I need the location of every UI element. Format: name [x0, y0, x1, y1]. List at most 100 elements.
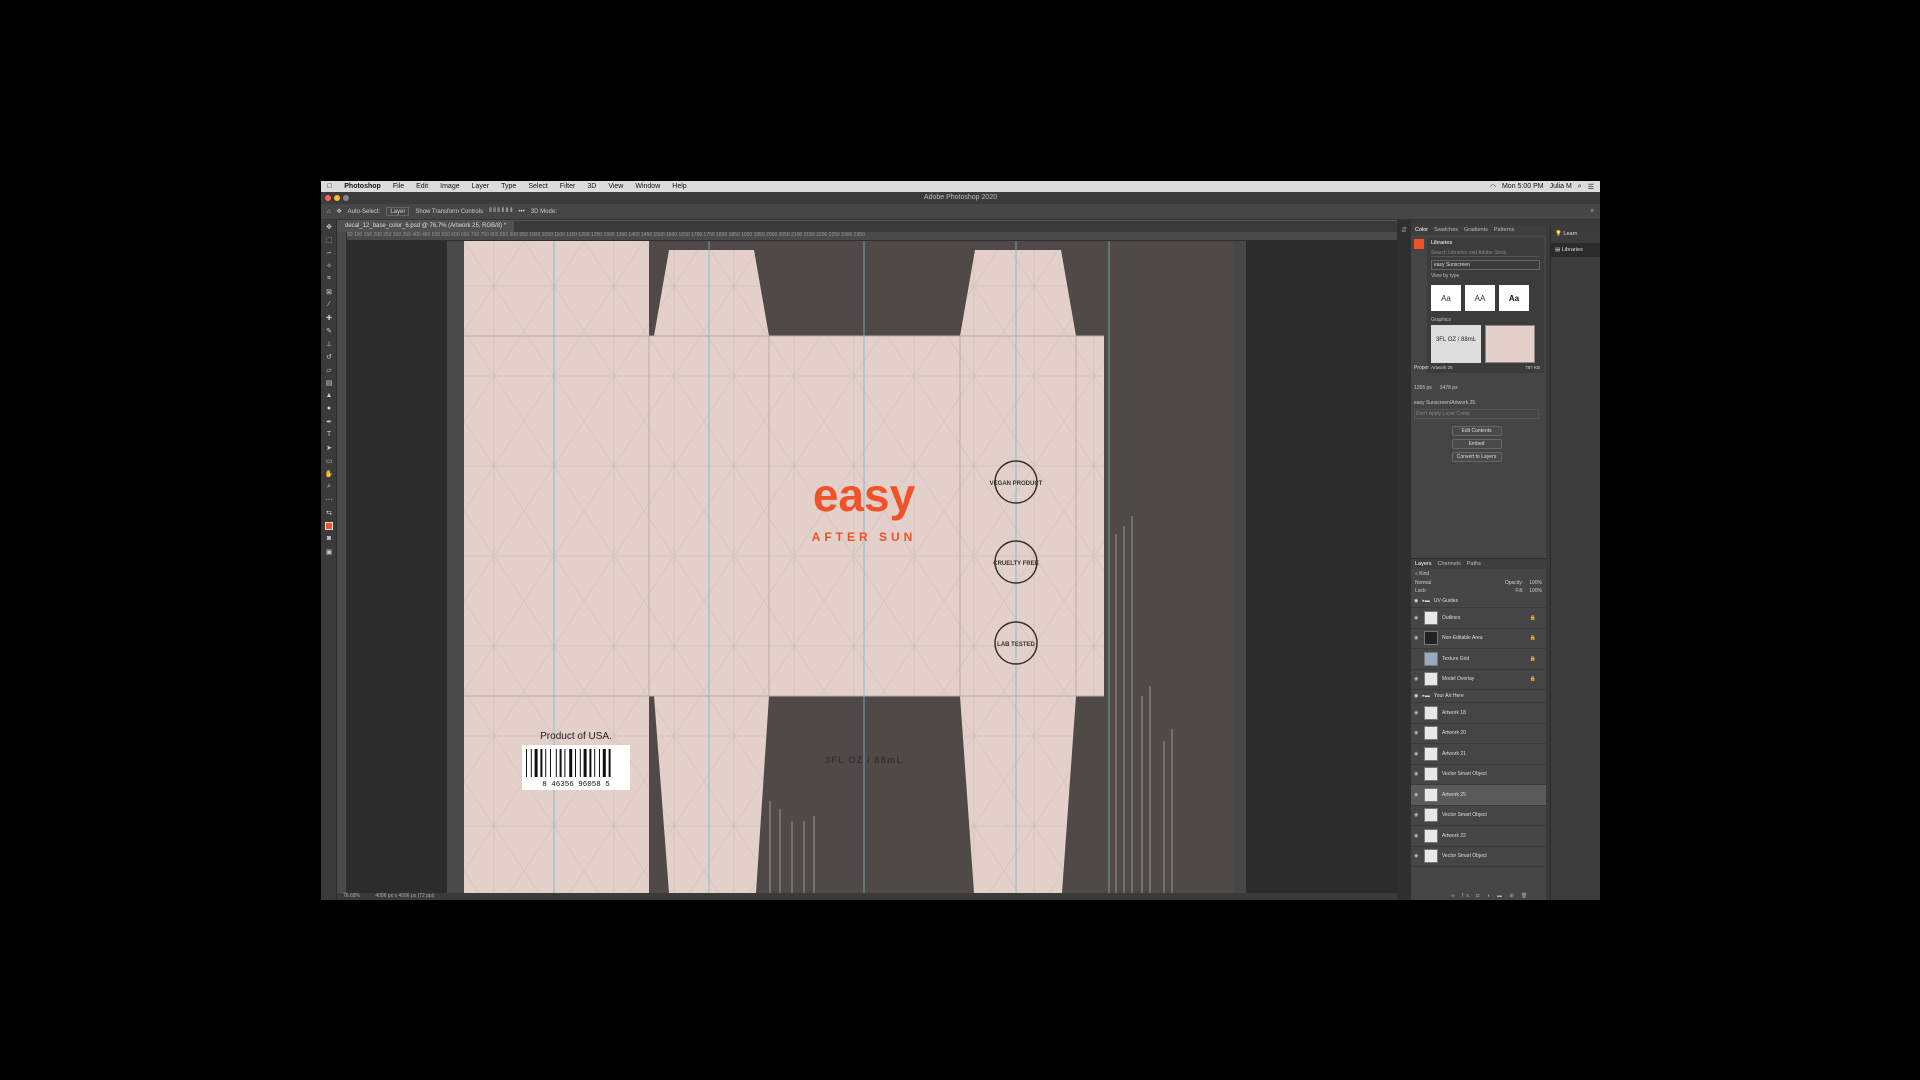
clock[interactable]: Mon 5:00 PM [1502, 183, 1544, 191]
canvas-area[interactable]: easy AFTER SUN 3FL OZ / 88mL VEGAN PRODU… [347, 241, 1397, 893]
move-icon[interactable]: ✥ [321, 220, 337, 233]
blur-icon[interactable]: ▲ [321, 389, 337, 402]
char-style-2[interactable]: AA [1465, 285, 1495, 311]
graphic-thumb-1[interactable]: 3FL OZ / 88mL [1431, 325, 1481, 363]
opacity-field[interactable]: 100% [1529, 580, 1542, 586]
foreground-color[interactable] [325, 521, 333, 530]
spotlight-icon[interactable]: ⌕ [1578, 183, 1582, 191]
layer-group-your-art[interactable]: ◉ ▸▬ Your Art Here [1411, 690, 1546, 703]
layer-row[interactable]: ◉ Artwork 22 [1411, 826, 1546, 847]
marquee-icon[interactable]: ⬚ [321, 233, 337, 246]
visibility-eye-icon[interactable]: ◉ [1414, 792, 1420, 798]
color-swatches[interactable] [321, 519, 337, 532]
width-field[interactable]: 1265 px [1414, 385, 1432, 391]
zoom-level[interactable]: 76.68% [343, 893, 360, 899]
menu-edit[interactable]: Edit [410, 183, 434, 190]
visibility-eye-icon[interactable]: ◉ [1414, 710, 1420, 716]
more-icon[interactable]: ••• [519, 209, 525, 215]
user-name[interactable]: Julia M [1550, 183, 1572, 191]
home-icon[interactable]: ⌂ [327, 209, 331, 215]
dodge-icon[interactable]: ● [321, 402, 337, 415]
layer-row[interactable]: ◉ Model Overlay 🔒 [1411, 670, 1546, 690]
library-select[interactable]: easy Sunscreen [1431, 260, 1540, 270]
layer-group-uv-guides[interactable]: ◉ ▸▬ UV Guides [1411, 595, 1546, 608]
fill-field[interactable]: 100% [1529, 588, 1542, 594]
tab-gradients[interactable]: Gradients [1464, 227, 1488, 233]
healing-icon[interactable]: ✚ [321, 311, 337, 324]
blend-mode-dropdown[interactable]: Normal [1415, 580, 1431, 586]
layer-row[interactable]: ◉ Artwork 20 [1411, 724, 1546, 744]
more-tools-icon[interactable]: ⋯ [321, 493, 337, 506]
tab-swatches[interactable]: Swatches [1434, 227, 1458, 233]
close-window-button[interactable] [325, 195, 331, 201]
learn-tab[interactable]: 💡 Learn [1551, 225, 1600, 243]
control-center-icon[interactable]: ☰ [1588, 183, 1594, 191]
layer-row[interactable]: ◉ Vector Smart Object [1411, 765, 1546, 785]
screen-mode-icon[interactable]: ▣ [321, 545, 337, 558]
char-style-3[interactable]: Aa [1499, 285, 1529, 311]
menu-3d[interactable]: 3D [581, 183, 602, 190]
char-style-1[interactable]: Aa [1431, 285, 1461, 311]
layer-row[interactable]: ◉ Artwork 18 [1411, 703, 1546, 724]
layer-row[interactable]: ◉ Outlines 🔒 [1411, 608, 1546, 629]
brush-icon[interactable]: ✎ [321, 324, 337, 337]
height-field[interactable]: 3478 px [1440, 385, 1458, 391]
eyedropper-icon[interactable]: ⁄ [321, 298, 337, 311]
convert-to-layers-button[interactable]: Convert to Layers [1451, 452, 1502, 462]
path-select-icon[interactable]: ➤ [321, 441, 337, 454]
menu-image[interactable]: Image [434, 183, 465, 190]
show-transform-checkbox[interactable]: Show Transform Controls [415, 209, 483, 215]
document-size[interactable]: 4096 px x 4096 px (72 ppi) [375, 893, 434, 899]
menu-window[interactable]: Window [629, 183, 666, 190]
menu-view[interactable]: View [602, 183, 629, 190]
menu-filter[interactable]: Filter [554, 183, 582, 190]
eraser-icon[interactable]: ▱ [321, 363, 337, 376]
wifi-icon[interactable]: ◠ [1490, 183, 1496, 191]
tab-channels[interactable]: Channels [1438, 561, 1461, 567]
document-tab[interactable]: decal_12_base_color_6.psd @ 76.7% (Artwo… [337, 221, 515, 232]
pen-icon[interactable]: ✒ [321, 415, 337, 428]
tab-patterns[interactable]: Patterns [1494, 227, 1514, 233]
menu-type[interactable]: Type [495, 183, 522, 190]
move-tool-icon[interactable]: ✥ [337, 208, 342, 215]
rectangle-icon[interactable]: ▭ [321, 454, 337, 467]
menu-help[interactable]: Help [666, 183, 692, 190]
menu-app[interactable]: Photoshop [338, 183, 387, 190]
packaging-dieline[interactable]: easy AFTER SUN 3FL OZ / 88mL VEGAN PRODU… [464, 241, 1234, 893]
magic-wand-icon[interactable]: ✧ [321, 259, 337, 272]
visibility-eye-icon[interactable]: ◉ [1414, 635, 1420, 641]
layer-comp-select[interactable]: Don't Apply Layer Comp [1414, 409, 1539, 419]
quick-mask-icon[interactable]: ◙ [321, 532, 337, 545]
visibility-eye-icon[interactable]: ◉ [1414, 730, 1420, 736]
visibility-eye-icon[interactable]: ◉ [1414, 853, 1420, 859]
type-icon[interactable]: T [321, 428, 337, 441]
view-by-dropdown[interactable]: View by type [1431, 273, 1540, 279]
auto-select-checkbox[interactable]: Auto-Select: [348, 209, 381, 215]
visibility-eye-icon[interactable]: ◉ [1414, 615, 1420, 621]
visibility-eye-icon[interactable]: ◉ [1414, 751, 1420, 757]
zoom-icon[interactable]: ⌕ [321, 480, 337, 493]
tab-paths[interactable]: Paths [1467, 561, 1481, 567]
tab-color[interactable]: Color [1415, 227, 1428, 233]
align-icons[interactable]: ⫴ ⫴ ⫴ ⫴ ⫴ ⫴ [489, 208, 512, 215]
edit-contents-button[interactable]: Edit Contents [1451, 426, 1502, 436]
layer-row[interactable]: Texture Grid 🔒 [1411, 649, 1546, 670]
history-icon[interactable]: ⇵ [1397, 226, 1411, 234]
menu-select[interactable]: Select [522, 183, 553, 190]
layer-row[interactable]: ◉ Vector Smart Object [1411, 806, 1546, 826]
visibility-eye-icon[interactable]: ◉ [1414, 693, 1418, 699]
visibility-eye-icon[interactable]: ◉ [1414, 812, 1420, 818]
zoom-window-button[interactable] [343, 195, 349, 201]
gradient-icon[interactable]: ▤ [321, 376, 337, 389]
hand-icon[interactable]: ✋ [321, 467, 337, 480]
layer-row-selected[interactable]: ◉ Artwork 25 [1411, 785, 1546, 806]
visibility-eye-icon[interactable]: ◉ [1414, 833, 1420, 839]
apple-icon[interactable]:  [321, 183, 338, 190]
visibility-eye-icon[interactable]: ◉ [1414, 771, 1420, 777]
auto-select-dropdown[interactable]: Layer [386, 207, 410, 216]
properties-tab[interactable]: Proper [1414, 365, 1429, 371]
layer-row[interactable]: ◉ Vector Smart Object [1411, 847, 1546, 867]
tab-layers[interactable]: Layers [1415, 561, 1432, 567]
libraries-search[interactable]: Search Libraries and Adobe Stock [1431, 250, 1540, 257]
visibility-eye-icon[interactable]: ◉ [1414, 676, 1420, 682]
